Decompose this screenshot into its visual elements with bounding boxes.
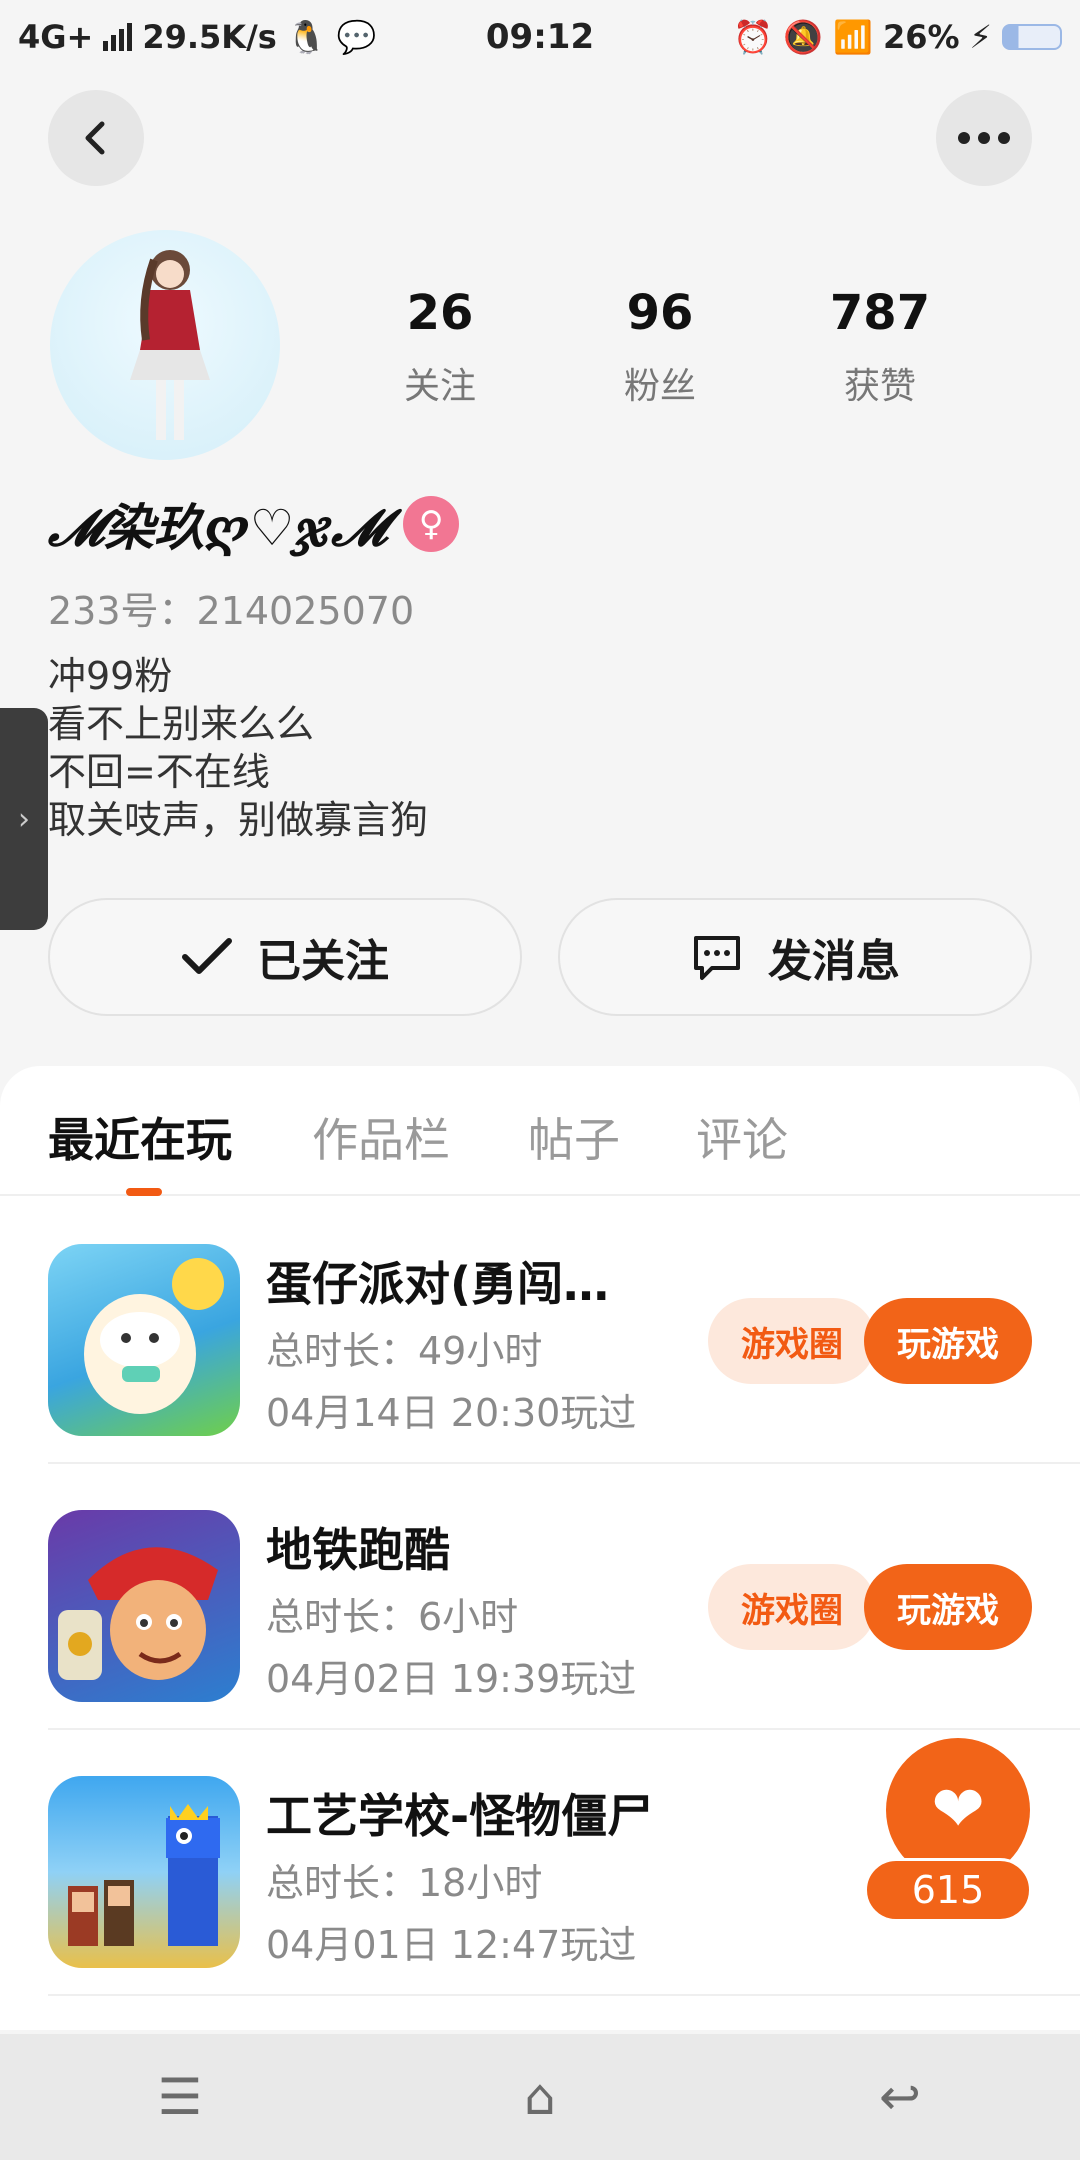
game-icon [48,1776,240,1968]
chat-bubble-icon [694,936,740,980]
status-right: ⏰ 🔕 📶 26% ⚡ [733,18,1062,56]
stat-label: 关注 [403,366,476,407]
game-last-played: 04月02日 19:39玩过 [266,1657,637,1701]
wechat-icon: 💬 [336,18,377,56]
charging-icon: ⚡ [969,18,992,56]
more-dots-icon [958,132,1010,144]
wifi-icon: 📶 [833,18,873,56]
tab-recent-play[interactable]: 最近在玩 [48,1104,232,1170]
eggy-party-icon [84,1258,224,1414]
back-nav-icon[interactable]: ↩ [810,2068,990,2126]
stat-likes[interactable]: 787 获赞 [770,285,990,409]
game-last-played: 04月01日 12:47玩过 [266,1923,637,1967]
status-left: 4G+ 29.5K/s 🐧 💬 [18,18,377,56]
signal-icon [103,23,133,51]
game-duration: 总时长：49小时 [266,1329,543,1373]
stat-number: 96 [626,285,694,341]
username: 𝓜染玖ღ♡ჯ𝓜 [48,498,388,557]
game-icon [48,1244,240,1436]
back-button[interactable] [48,90,144,186]
stat-number: 787 [829,285,931,341]
game-name: 地铁跑酷 [266,1523,450,1577]
game-last-played: 04月14日 20:30玩过 [266,1391,637,1435]
subway-surfers-icon [58,1547,218,1680]
stat-number: 26 [406,285,474,341]
network-speed: 29.5K/s [142,18,277,56]
bio-line: 冲99粉 [48,654,173,698]
stat-following[interactable]: 26 关注 [330,285,550,409]
game-row[interactable]: 蛋仔派对(勇闯… 总时长：49小时 04月14日 20:30玩过 游戏圈 玩游戏 [48,1198,1080,1464]
bio-line: 不回=不在线 [48,750,270,794]
battery-icon [1002,24,1062,50]
more-button[interactable] [936,90,1032,186]
alarm-icon: ⏰ [733,18,774,56]
tab-comments[interactable]: 评论 [696,1104,788,1170]
send-message-button[interactable]: 发消息 [558,898,1032,1016]
stat-label: 获赞 [843,366,916,407]
tab-works[interactable]: 作品栏 [312,1104,450,1170]
avatar-figure-icon [130,250,210,440]
play-game-button[interactable]: 玩游戏 [864,1564,1032,1650]
home-icon[interactable]: ⌂ [450,2068,630,2126]
game-name: 工艺学校-怪物僵尸 [266,1789,654,1843]
stat-label: 粉丝 [623,366,696,407]
avatar[interactable] [50,230,280,460]
profile-tabs: 最近在玩 作品栏 帖子 评论 [0,1066,1080,1196]
profile-stats: 26 关注 96 粉丝 787 获赞 [330,285,990,409]
system-nav-bar: ☰ ⌂ ↩ [0,2034,1080,2160]
following-button[interactable]: 已关注 [48,898,522,1016]
bio: 冲99粉 看不上别来么么 不回=不在线 取关吱声，别做寡言狗 [48,652,428,844]
qq-icon: 🐧 [286,18,327,56]
game-name: 蛋仔派对(勇闯… [266,1257,610,1311]
tab-posts[interactable]: 帖子 [528,1104,620,1170]
tab-indicator [126,1188,162,1196]
bio-line: 取关吱声，别做寡言狗 [48,798,429,842]
stat-fans[interactable]: 96 粉丝 [550,285,770,409]
send-message-label: 发消息 [768,936,900,987]
game-duration: 总时长：18小时 [266,1861,543,1905]
network-type: 4G+ [18,18,94,56]
craft-school-icon [68,1804,220,1946]
menu-icon[interactable]: ☰ [90,2068,270,2126]
game-duration: 总时长：6小时 [266,1595,519,1639]
user-id: 233号：214025070 [48,589,415,633]
chevron-left-icon [85,121,105,155]
game-circle-button[interactable]: 游戏圈 [708,1564,876,1650]
side-drawer-handle[interactable]: › [0,708,48,930]
play-game-button[interactable]: 玩游戏 [864,1298,1032,1384]
status-bar: 4G+ 29.5K/s 🐧 💬 09:12 ⏰ 🔕 📶 26% ⚡ [0,0,1080,74]
like-button[interactable]: ❤ 615 [864,1738,1032,1922]
bio-line: 看不上别来么么 [48,702,315,746]
female-gender-icon: ♀ [403,496,460,552]
game-circle-button[interactable]: 游戏圈 [708,1298,876,1384]
username-row: 𝓜染玖ღ♡ჯ𝓜 ♀ [48,488,460,560]
like-count: 615 [864,1858,1032,1922]
battery-percent: 26% [882,18,960,56]
game-row[interactable]: 地铁跑酷 总时长：6小时 04月02日 19:39玩过 游戏圈 玩游戏 [48,1464,1080,1730]
mute-icon: 🔕 [783,18,824,56]
game-icon [48,1510,240,1702]
check-icon [182,938,232,974]
following-label: 已关注 [257,936,389,987]
chevron-right-icon: › [18,801,30,837]
status-time: 09:12 [485,17,595,57]
